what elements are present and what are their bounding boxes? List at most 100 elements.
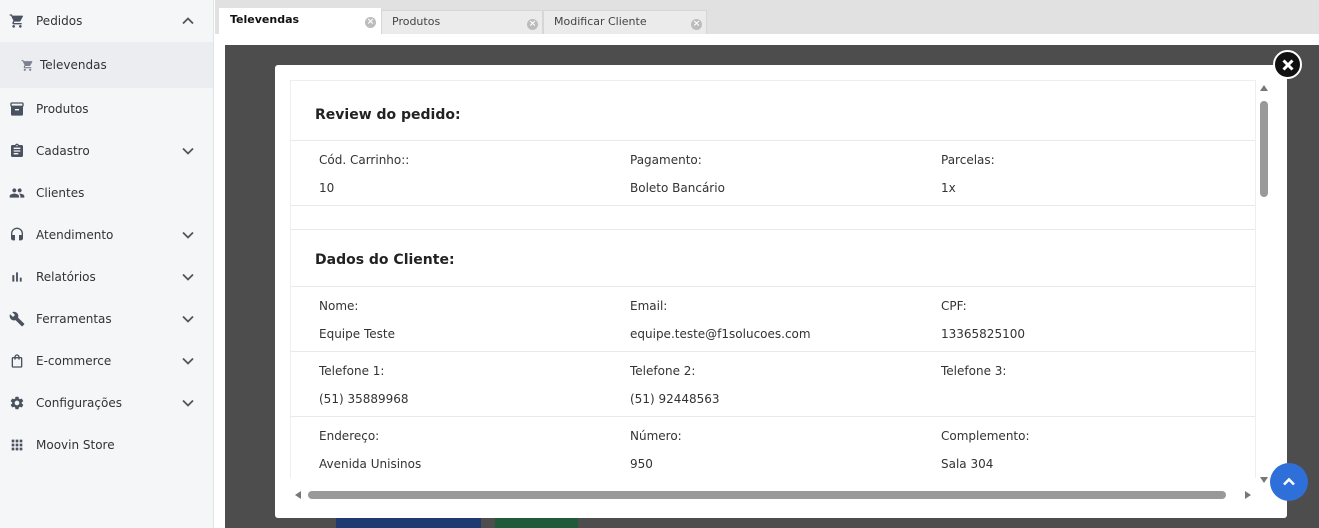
phone3-field: Telefone 3: (941, 364, 1006, 392)
tab-label: Televendas (230, 13, 300, 26)
client-row: Telefone 1: (51) 35889968 Telefone 2: (5… (291, 352, 1255, 417)
chevron-down-icon (181, 270, 195, 284)
clipboard-icon (8, 142, 26, 160)
sidebar: Pedidos Televendas Produtos Cadastro Cli… (0, 0, 214, 528)
sidebar-item-pedidos[interactable]: Pedidos (0, 0, 213, 42)
client-row: Nome: Equipe Teste Email: equipe.teste@f… (291, 287, 1255, 352)
close-icon[interactable]: × (527, 19, 538, 30)
chevron-down-icon (181, 354, 195, 368)
sidebar-item-configuracoes[interactable]: Configurações (0, 382, 213, 424)
chevron-down-icon (181, 144, 195, 158)
people-icon (8, 184, 26, 202)
cpf-field: CPF: 13365825100 (941, 299, 1025, 341)
cart-code-field: Cód. Carrinho:: 10 (319, 153, 409, 195)
modal-scroll-content[interactable]: Review do pedido: Cód. Carrinho:: 10 Pag… (290, 80, 1256, 478)
scroll-right-arrow-icon[interactable] (1245, 491, 1251, 499)
client-section-title: Dados do Cliente: (291, 229, 1255, 287)
sidebar-item-produtos[interactable]: Produtos (0, 88, 213, 130)
field-label: CPF: (941, 299, 967, 313)
field-value: 13365825100 (941, 327, 1025, 341)
sidebar-item-clientes[interactable]: Clientes (0, 172, 213, 214)
archive-icon (8, 100, 26, 118)
field-label: Telefone 1: (319, 364, 385, 378)
address-field: Endereço: Avenida Unisinos (319, 429, 421, 471)
field-label: Endereço: (319, 429, 380, 443)
scroll-down-arrow-icon[interactable] (1260, 477, 1268, 483)
cart-icon (8, 12, 26, 30)
sidebar-item-relatorios[interactable]: Relatórios (0, 256, 213, 298)
phone1-field: Telefone 1: (51) 35889968 (319, 364, 409, 406)
field-label: Cód. Carrinho:: (319, 153, 410, 167)
field-label: Telefone 2: (630, 364, 696, 378)
field-label: Parcelas: (941, 153, 995, 167)
apps-grid-icon (8, 436, 26, 454)
close-icon[interactable]: × (691, 19, 702, 30)
tab-televendas[interactable]: Televendas × (219, 8, 381, 34)
review-row: Cód. Carrinho:: 10 Pagamento: Boleto Ban… (291, 141, 1255, 206)
chevron-up-icon (181, 14, 195, 28)
email-field: Email: equipe.teste@f1solucoes.com (630, 299, 811, 341)
sidebar-item-cadastro[interactable]: Cadastro (0, 130, 213, 172)
sidebar-item-label: Moovin Store (36, 438, 115, 452)
close-icon[interactable]: × (365, 17, 376, 28)
tab-modificar-cliente[interactable]: Modificar Cliente × (543, 10, 707, 34)
review-section-title: Review do pedido: (291, 81, 1255, 141)
sidebar-item-label: Ferramentas (36, 312, 112, 326)
sidebar-item-label: Cadastro (36, 144, 90, 158)
field-value: (51) 92448563 (630, 392, 720, 406)
field-label: Telefone 3: (941, 364, 1007, 378)
headset-icon (8, 226, 26, 244)
sidebar-item-televendas[interactable]: Televendas (0, 42, 213, 88)
tab-label: Produtos (392, 15, 441, 28)
phone2-field: Telefone 2: (51) 92448563 (630, 364, 720, 406)
scrollbar-thumb[interactable] (308, 491, 1226, 499)
scroll-up-arrow-icon[interactable] (1260, 85, 1268, 91)
cart-icon (20, 56, 34, 74)
sidebar-item-atendimento[interactable]: Atendimento (0, 214, 213, 256)
complement-field: Complemento: Sala 304 (941, 429, 1030, 471)
field-label: Nome: (319, 299, 359, 313)
installments-field: Parcelas: 1x (941, 153, 995, 195)
modal-close-button[interactable] (1273, 50, 1302, 79)
wrench-icon (8, 310, 26, 328)
field-value: Sala 304 (941, 457, 994, 471)
chevron-down-icon (181, 312, 195, 326)
field-value: 950 (630, 457, 653, 471)
sidebar-item-ferramentas[interactable]: Ferramentas (0, 298, 213, 340)
sidebar-item-label: Clientes (36, 186, 85, 200)
sidebar-item-moovin-store[interactable]: Moovin Store (0, 424, 213, 466)
sidebar-item-label: Relatórios (36, 270, 96, 284)
horizontal-scrollbar[interactable] (290, 488, 1256, 502)
sidebar-item-label: Televendas (40, 58, 107, 72)
chevron-down-icon (181, 396, 195, 410)
sidebar-item-label: Atendimento (36, 228, 114, 242)
sidebar-item-label: E-commerce (36, 354, 112, 368)
field-label: Email: (630, 299, 668, 313)
sidebar-item-label: Pedidos (36, 14, 83, 28)
tab-bar: Televendas × Produtos × Modificar Client… (215, 0, 1319, 34)
sidebar-item-label: Produtos (36, 102, 89, 116)
field-value: Equipe Teste (319, 327, 395, 341)
shopping-bag-icon (8, 352, 26, 370)
scroll-left-arrow-icon[interactable] (295, 491, 301, 499)
field-value: 10 (319, 181, 335, 195)
close-icon (1281, 58, 1294, 71)
bar-chart-icon (8, 268, 26, 286)
sidebar-item-ecommerce[interactable]: E-commerce (0, 340, 213, 382)
order-review-modal: Review do pedido: Cód. Carrinho:: 10 Pag… (275, 65, 1287, 518)
field-value: (51) 35889968 (319, 392, 409, 406)
field-value: 1x (941, 181, 956, 195)
name-field: Nome: Equipe Teste (319, 299, 395, 341)
field-value: equipe.teste@f1solucoes.com (630, 327, 811, 341)
field-value: Boleto Bancário (630, 181, 725, 195)
tab-produtos[interactable]: Produtos × (381, 10, 543, 34)
chevron-up-icon (1283, 477, 1295, 486)
field-label: Complemento: (941, 429, 1030, 443)
field-label: Número: (630, 429, 682, 443)
vertical-scrollbar[interactable] (1257, 80, 1271, 483)
field-value: Avenida Unisinos (319, 457, 422, 471)
chevron-down-icon (181, 228, 195, 242)
scrollbar-thumb[interactable] (1260, 101, 1268, 197)
back-to-top-button[interactable] (1270, 463, 1308, 501)
